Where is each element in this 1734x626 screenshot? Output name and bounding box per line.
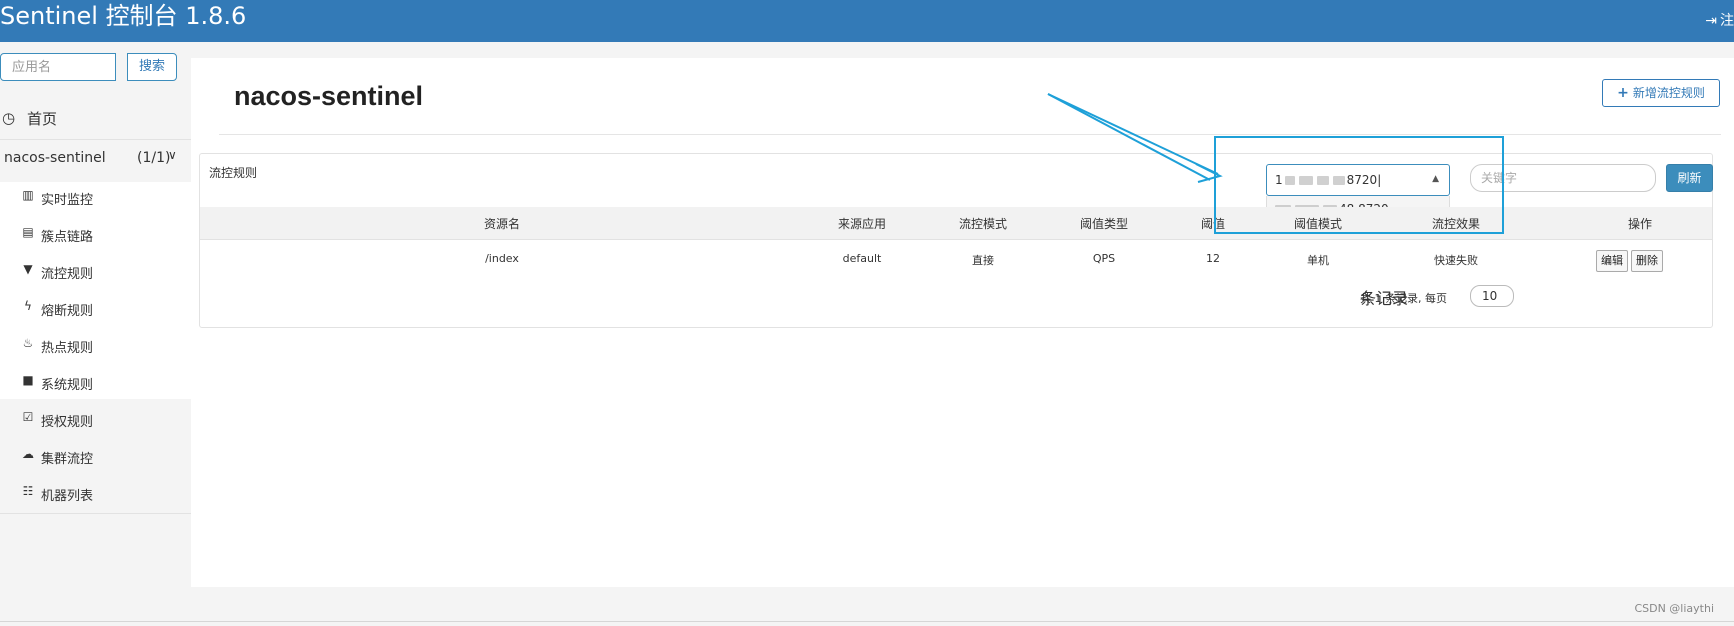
app-name: nacos-sentinel (4, 150, 106, 166)
chevron-down-icon: ∨ (168, 148, 177, 162)
table-cell: 直接 (972, 254, 994, 267)
annotation-highlight-box (1214, 136, 1504, 234)
table-cell: 快速失败 (1434, 254, 1478, 267)
app-machine-count: (1/1) (137, 150, 171, 166)
column-header[interactable]: 阈值类型 (1080, 215, 1128, 232)
logout-link[interactable]: ⇥ 注 (1705, 10, 1734, 30)
table-cell: /index (485, 252, 519, 265)
table-cell: default (842, 252, 882, 265)
lock-icon: ■ (22, 373, 34, 387)
table-cell: 单机 (1307, 254, 1329, 267)
app-search: 搜索 (0, 53, 177, 83)
sidebar-item-realtime-monitor[interactable]: ▥ 实时监控 (0, 180, 191, 217)
sidebar-item-label: 集群流控 (41, 452, 94, 467)
page-title: nacos-sentinel (234, 81, 424, 111)
check-square-icon: ☑ (22, 410, 34, 424)
watermark: CSDN @liaythi (1634, 602, 1714, 615)
panel-title: 流控规则 (209, 166, 258, 180)
list-icon: ▤ (22, 225, 34, 239)
sidebar-item-label: 流控规则 (41, 267, 94, 282)
sidebar-item-cluster-flow[interactable]: ☁ 集群流控 (0, 439, 191, 476)
column-header: 操作 (1627, 217, 1653, 231)
sidebar-item-label: 熔断规则 (41, 304, 94, 319)
app-search-input[interactable] (0, 53, 116, 81)
bar-chart-icon: ▥ (22, 188, 34, 202)
column-header[interactable]: 资源名 (484, 215, 520, 232)
sidebar-item-system-rules[interactable]: ■ 系统规则 (0, 365, 191, 402)
add-flow-rule-button[interactable]: + 新增流控规则 (1602, 79, 1720, 107)
fire-icon: ♨ (22, 336, 34, 350)
sidebar-item-label: 簇点链路 (41, 230, 94, 245)
divider (0, 513, 191, 514)
sidebar-item-authority-rules[interactable]: ☑ 授权规则 (0, 402, 191, 439)
sidebar-item-label: 热点规则 (41, 341, 94, 356)
cloud-icon: ☁ (22, 447, 34, 461)
bolt-icon: ϟ (24, 299, 32, 313)
annotation-arrow (1047, 93, 1223, 183)
filter-icon: ▼ (23, 262, 33, 276)
divider (219, 134, 1721, 135)
sidebar-item-cluster-point-chain[interactable]: ▤ 簇点链路 (0, 217, 191, 254)
pager-unit: 条记录 (1360, 289, 1409, 308)
column-header[interactable]: 来源应用 (838, 215, 886, 232)
sidebar-item-label: 首页 (27, 110, 58, 128)
table-cell: QPS (1092, 252, 1116, 265)
plus-icon: + (1617, 85, 1629, 101)
logout-label: 注 (1720, 13, 1734, 29)
sign-out-icon: ⇥ (1705, 13, 1717, 29)
th-list-icon: ☷ (22, 484, 34, 498)
brand-title[interactable]: Sentinel 控制台 1.8.6 (0, 1, 246, 31)
sidebar-item-hotspot-rules[interactable]: ♨ 热点规则 (0, 328, 191, 365)
search-button[interactable]: 搜索 (127, 53, 177, 81)
sidebar-item-degrade-rules[interactable]: ϟ 熔断规则 (0, 291, 191, 328)
delete-button[interactable]: 删除 (1631, 250, 1663, 272)
divider (0, 621, 1734, 622)
column-header[interactable]: 流控模式 (959, 215, 1007, 232)
top-navbar: Sentinel 控制台 1.8.6 ⇥ 注 (0, 0, 1734, 42)
edit-button[interactable]: 编辑 (1596, 250, 1628, 272)
sidebar-item-home[interactable]: ◷ 首页 (0, 98, 191, 138)
sidebar-item-machine-list[interactable]: ☷ 机器列表 (0, 476, 191, 513)
sidebar-item-label: 实时监控 (41, 193, 94, 208)
table-cell: 12 (1206, 252, 1220, 265)
sidebar-item-label: 机器列表 (41, 489, 94, 504)
sidebar-item-flow-rules[interactable]: ▼ 流控规则 (0, 254, 191, 291)
app-menu-nacos-sentinel[interactable]: nacos-sentinel (1/1) ∨ (0, 140, 191, 180)
sidebar: 搜索 ◷ 首页 nacos-sentinel (1/1) ∨ ▥ 实时监控 ▤ … (0, 42, 191, 626)
refresh-button[interactable]: 刷新 (1666, 164, 1713, 192)
add-flow-rule-label: 新增流控规则 (1632, 86, 1705, 100)
dashboard-icon: ◷ (2, 109, 16, 127)
sidebar-item-label: 授权规则 (41, 415, 94, 430)
sidebar-item-label: 系统规则 (41, 378, 94, 393)
